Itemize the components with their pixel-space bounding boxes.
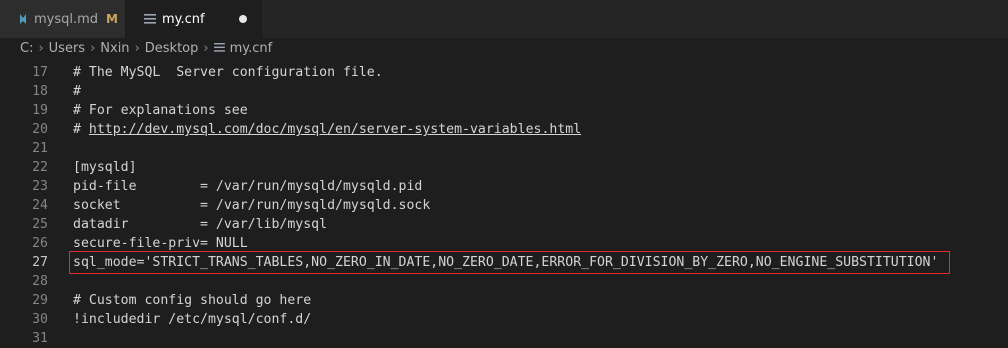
line-text: # The MySQL Server configuration file. [73,65,383,80]
code-line[interactable]: 24 socket = /var/run/mysqld/mysqld.sock [0,196,1008,215]
code-line[interactable]: 29 # Custom config should go here [0,291,1008,310]
line-text: pid-file = /var/run/mysqld/mysqld.pid [73,179,423,194]
breadcrumb-item[interactable]: Users [49,41,85,56]
tab-label: my.cnf [162,11,205,27]
breadcrumb-item[interactable]: Desktop [145,41,199,56]
code-line[interactable]: 17 # The MySQL Server configuration file… [0,63,1008,82]
tab-bar: mysql.md M my.cnf [0,0,1008,38]
line-number: 18 [32,84,48,99]
chevron-right-icon: › [38,40,44,56]
line-text: socket = /var/run/mysqld/mysqld.sock [73,198,431,213]
code-line[interactable]: 30 !includedir /etc/mysql/conf.d/ [0,310,1008,329]
line-number: 24 [32,198,48,213]
code-line[interactable]: 31 [0,329,1008,348]
code-line[interactable]: 22 [mysqld] [0,158,1008,177]
line-text: # For explanations see [73,103,248,118]
line-text: # Custom config should go here [73,293,312,308]
line-number: 25 [32,217,48,232]
line-number: 29 [32,293,48,308]
tab-my-cnf[interactable]: my.cnf [126,0,262,38]
url-link[interactable]: http://dev.mysql.com/doc/mysql/en/server… [89,122,581,137]
line-number: 30 [32,312,48,327]
chevron-right-icon: › [134,40,140,56]
line-number: 31 [32,331,48,346]
chevron-right-icon: › [203,40,209,56]
unsaved-dot-icon[interactable] [239,15,247,23]
breadcrumb-item[interactable]: my.cnf [230,41,273,56]
code-line[interactable]: 28 [0,272,1008,291]
line-number: 19 [32,103,48,118]
code-line-current[interactable]: 27 sql_mode='STRICT_TRANS_TABLES,NO_ZERO… [0,251,1008,274]
config-file-icon [213,41,225,56]
line-text: [mysqld] [73,160,137,175]
code-line[interactable]: 19 # For explanations see [0,101,1008,120]
breadcrumb: C: › Users › Nxin › Desktop › my.cnf [0,38,1008,58]
code-editor[interactable]: 17 # The MySQL Server configuration file… [0,58,1008,348]
code-line[interactable]: 23 pid-file = /var/run/mysqld/mysqld.pid [0,177,1008,196]
line-text: # [73,84,81,99]
line-text: # http://dev.mysql.com/doc/mysql/en/serv… [73,120,581,139]
comment-prefix: # [73,122,89,137]
breadcrumb-item[interactable]: C: [20,41,33,56]
code-line[interactable]: 21 [0,139,1008,158]
tab-label: mysql.md [34,11,99,27]
line-text: !includedir /etc/mysql/conf.d/ [73,312,312,327]
highlighted-sql-mode-line: sql_mode='STRICT_TRANS_TABLES,NO_ZERO_IN… [68,251,951,274]
line-number: 27 [32,255,48,270]
tab-mysql-md[interactable]: mysql.md M [0,0,126,38]
code-line[interactable]: 20 # http://dev.mysql.com/doc/mysql/en/s… [0,120,1008,139]
config-file-icon [144,14,156,24]
code-line[interactable]: 25 datadir = /var/lib/mysql [0,215,1008,234]
line-number: 20 [32,122,48,137]
markdown-file-icon [18,13,28,25]
line-number: 23 [32,179,48,194]
line-number: 22 [32,160,48,175]
modified-badge: M [106,12,118,26]
line-number: 21 [32,141,48,156]
line-number: 26 [32,236,48,251]
chevron-right-icon: › [90,40,96,56]
breadcrumb-item[interactable]: Nxin [100,41,129,56]
line-number: 28 [32,274,48,289]
line-number: 17 [32,65,48,80]
code-line[interactable]: 18 # [0,82,1008,101]
line-text: datadir = /var/lib/mysql [73,217,328,232]
